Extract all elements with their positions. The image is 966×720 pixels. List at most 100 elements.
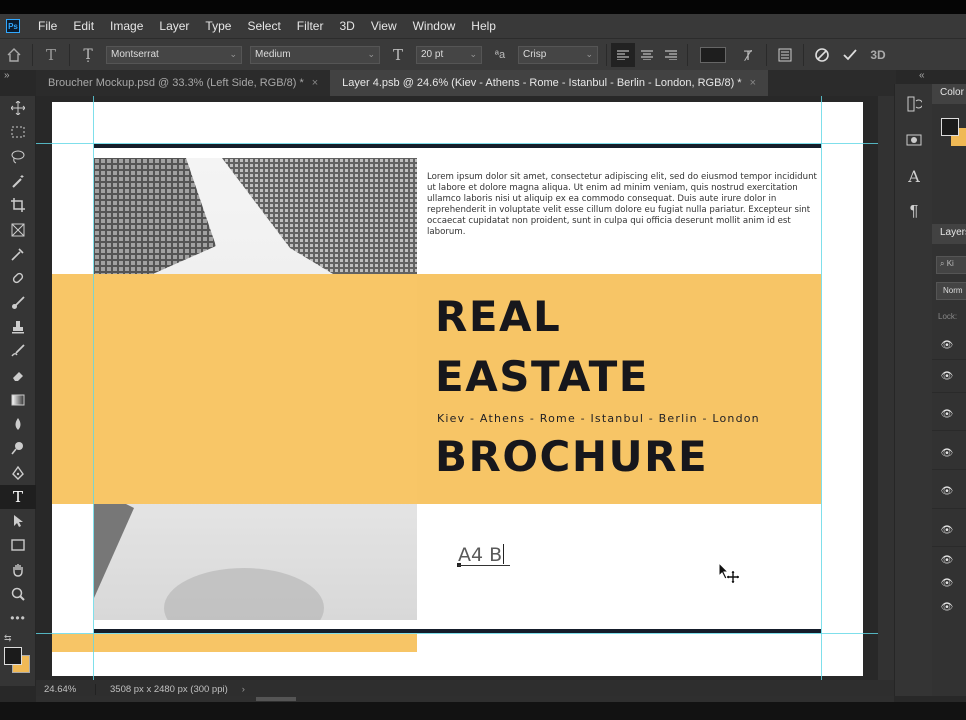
- align-right-icon[interactable]: [659, 43, 683, 67]
- libraries-panel-icon[interactable]: [895, 122, 933, 158]
- close-icon[interactable]: ×: [312, 77, 318, 89]
- cancel-icon[interactable]: [808, 43, 836, 67]
- color-swatches[interactable]: ⇆: [0, 631, 35, 681]
- active-text-layer[interactable]: A4 B: [458, 544, 504, 566]
- frame-icon[interactable]: [0, 217, 36, 241]
- eyedropper-icon[interactable]: [0, 242, 36, 266]
- character-panel-icon[interactable]: [771, 43, 799, 67]
- history-panel-icon[interactable]: [895, 86, 933, 122]
- zoom-level[interactable]: 24.64%: [36, 683, 96, 695]
- visibility-eye-icon[interactable]: 👁: [940, 486, 954, 497]
- menu-image[interactable]: Image: [102, 19, 151, 33]
- swap-colors-icon[interactable]: ⇆: [4, 633, 12, 644]
- chevron-down-icon: ⌄: [229, 49, 237, 59]
- text-color-swatch[interactable]: [700, 46, 726, 63]
- guide-vertical[interactable]: [93, 96, 94, 680]
- font-size-value: 20 pt: [421, 49, 444, 60]
- 3d-icon[interactable]: 3D: [864, 43, 892, 67]
- vertical-scrollbar[interactable]: [878, 96, 894, 680]
- eraser-icon[interactable]: [0, 363, 36, 387]
- collapse-toolbar-icon[interactable]: »: [4, 70, 10, 81]
- align-left-icon[interactable]: [611, 42, 635, 67]
- tab-layer-4[interactable]: Layer 4.psb @ 24.6% (Kiev - Athens - Rom…: [330, 70, 769, 96]
- document-canvas[interactable]: Lorem ipsum dolor sit amet, consectetur …: [52, 102, 863, 676]
- commit-check-icon[interactable]: [836, 43, 864, 67]
- move-icon[interactable]: [0, 96, 36, 120]
- bottom-strip: [0, 702, 966, 720]
- menu-edit[interactable]: Edit: [65, 19, 102, 33]
- visibility-eye-icon[interactable]: 👁: [940, 578, 954, 589]
- menu-bar: Ps File Edit Image Layer Type Select Fil…: [0, 14, 966, 38]
- magic-wand-icon[interactable]: [0, 169, 36, 193]
- more-icon[interactable]: •••: [0, 606, 36, 630]
- visibility-eye-icon[interactable]: 👁: [940, 602, 954, 613]
- menu-window[interactable]: Window: [405, 19, 464, 33]
- menu-3d[interactable]: 3D: [331, 19, 362, 33]
- tab-broucher-mockup[interactable]: Broucher Mockup.psd @ 33.3% (Left Side, …: [36, 70, 330, 96]
- guide-horizontal[interactable]: [36, 143, 878, 144]
- close-icon[interactable]: ×: [750, 77, 756, 89]
- font-style-dropdown[interactable]: Medium ⌄: [250, 45, 380, 64]
- layer-filter-input[interactable]: ⌕ Ki: [936, 256, 966, 274]
- warp-text-icon[interactable]: Ⱦ: [734, 43, 762, 67]
- separator: [69, 43, 70, 66]
- guide-horizontal[interactable]: [36, 633, 878, 634]
- zoom-icon[interactable]: [0, 582, 36, 606]
- visibility-eye-icon[interactable]: 👁: [940, 340, 954, 351]
- type-tool-preset-icon[interactable]: T: [37, 43, 65, 67]
- canvas-area[interactable]: Lorem ipsum dolor sit amet, consectetur …: [36, 96, 878, 680]
- font-family-dropdown[interactable]: Montserrat ⌄: [106, 45, 242, 64]
- home-icon[interactable]: [0, 43, 28, 67]
- guide-vertical[interactable]: [821, 96, 822, 680]
- history-brush-icon[interactable]: [0, 339, 36, 363]
- visibility-eye-icon[interactable]: 👁: [940, 371, 954, 382]
- blur-icon[interactable]: [0, 412, 36, 436]
- pen-icon[interactable]: [0, 460, 36, 484]
- rectangle-icon[interactable]: [0, 533, 36, 557]
- path-selection-icon[interactable]: [0, 509, 36, 533]
- visibility-eye-icon[interactable]: 👁: [940, 409, 954, 420]
- font-size-dropdown[interactable]: 20 pt ⌄: [416, 45, 482, 64]
- lasso-icon[interactable]: [0, 145, 36, 169]
- separator: [766, 43, 767, 66]
- menu-layer[interactable]: Layer: [151, 19, 197, 33]
- panel-foreground-swatch[interactable]: [941, 118, 959, 136]
- menu-filter[interactable]: Filter: [289, 19, 332, 33]
- menu-view[interactable]: View: [363, 19, 405, 33]
- foreground-color-swatch[interactable]: [4, 646, 22, 665]
- chevron-down-icon: ⌄: [469, 49, 477, 59]
- tab-layers[interactable]: Layers: [932, 224, 966, 244]
- top-rule: [94, 144, 821, 148]
- hand-icon[interactable]: [0, 558, 36, 582]
- separator: [606, 43, 607, 66]
- tab-label: Broucher Mockup.psd @ 33.3% (Left Side, …: [48, 77, 304, 89]
- visibility-eye-icon[interactable]: 👁: [940, 555, 954, 566]
- crop-icon[interactable]: [0, 193, 36, 217]
- paragraph-panel-icon[interactable]: ¶: [895, 194, 933, 230]
- collapse-panels-icon[interactable]: «: [919, 70, 925, 81]
- clone-stamp-icon[interactable]: [0, 315, 36, 339]
- status-menu-arrow[interactable]: ›: [242, 684, 245, 695]
- scroll-thumb[interactable]: [256, 697, 296, 701]
- dodge-icon[interactable]: [0, 436, 36, 460]
- antialias-dropdown[interactable]: Crisp ⌄: [518, 45, 598, 64]
- align-center-icon[interactable]: [635, 43, 659, 67]
- brush-icon[interactable]: [0, 290, 36, 314]
- menu-file[interactable]: File: [30, 19, 65, 33]
- menu-select[interactable]: Select: [239, 19, 288, 33]
- antialias-value: Crisp: [523, 49, 547, 60]
- tab-color[interactable]: Color: [932, 84, 966, 104]
- character-panel-icon[interactable]: A: [895, 158, 933, 194]
- blend-mode-dropdown[interactable]: Norm: [936, 282, 966, 300]
- healing-brush-icon[interactable]: [0, 266, 36, 290]
- visibility-eye-icon[interactable]: 👁: [940, 448, 954, 459]
- text-orientation-icon[interactable]: Ṭ: [74, 43, 102, 67]
- photoshop-window: Ps File Edit Image Layer Type Select Fil…: [0, 0, 966, 720]
- document-tabs: Broucher Mockup.psd @ 33.3% (Left Side, …: [36, 70, 896, 96]
- gradient-icon[interactable]: [0, 388, 36, 412]
- marquee-icon[interactable]: [0, 120, 36, 144]
- type-icon[interactable]: T: [0, 484, 36, 510]
- menu-help[interactable]: Help: [463, 19, 504, 33]
- visibility-eye-icon[interactable]: 👁: [940, 525, 954, 536]
- menu-type[interactable]: Type: [197, 19, 239, 33]
